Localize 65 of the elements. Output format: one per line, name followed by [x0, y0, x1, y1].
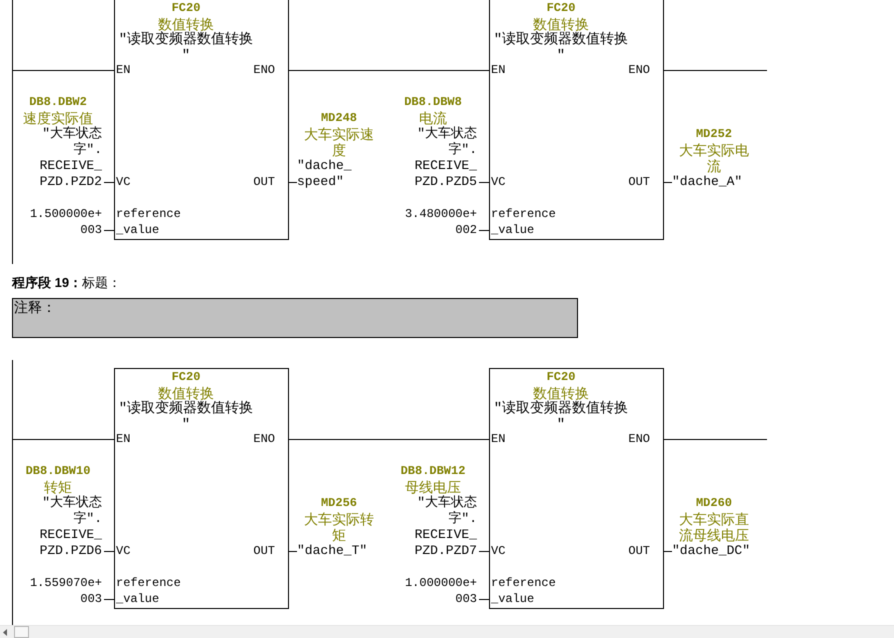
operand-symbol: "dache_DC" — [672, 543, 750, 559]
pin-label: EN — [116, 62, 130, 78]
pin-label: reference _value — [491, 575, 556, 607]
block-symbol: "读取变频器数值转换 " — [118, 401, 254, 433]
operand-symbol: "大车状态 字". RECEIVE_ PZD.PZD6 — [40, 495, 102, 559]
operand-symbol: "dache_A" — [672, 174, 742, 190]
scroll-left-icon[interactable] — [3, 629, 7, 636]
pin-label: VC — [116, 174, 130, 190]
operand-address: MD256 — [320, 495, 357, 511]
block-number: FC20 — [546, 369, 576, 385]
pin-label: OUT — [253, 543, 275, 559]
operand-address: DB8.DBW10 — [26, 463, 90, 479]
pin-label: OUT — [628, 174, 650, 190]
block-symbol: "读取变频器数值转换 " — [494, 401, 628, 433]
constant-value: 1.559070e+ 003 — [30, 575, 102, 607]
operand-symbol: "dache_T" — [297, 543, 368, 559]
operand-comment: 电流 — [419, 110, 447, 126]
block-comment: 数值转换 — [158, 385, 214, 401]
comment-field[interactable]: 注释： — [12, 298, 578, 338]
pin-label: ENO — [628, 431, 650, 447]
pin-label: VC — [491, 543, 506, 559]
pin-label: ENO — [253, 431, 275, 447]
pin-label: EN — [491, 431, 506, 447]
operand-comment: 大车实际直流母线电压 — [678, 511, 750, 543]
block-number: FC20 — [172, 0, 200, 16]
block-comment: 数值转换 — [533, 16, 589, 32]
pin-label: OUT — [628, 543, 650, 559]
operand-comment: 大车实际转矩 — [303, 511, 375, 543]
operand-comment: 速度实际值 — [23, 110, 93, 126]
block-number: FC20 — [172, 369, 200, 385]
scrollbar-thumb[interactable] — [14, 626, 29, 638]
block-number: FC20 — [546, 0, 576, 16]
operand-symbol: "dache_ speed" — [297, 158, 352, 190]
block-symbol: "读取变频器数值转换 " — [118, 32, 254, 64]
operand-address: MD248 — [320, 110, 357, 126]
operand-symbol: "大车状态 字". RECEIVE_ PZD.PZD7 — [414, 495, 477, 559]
operand-symbol: "大车状态 字". RECEIVE_ PZD.PZD5 — [414, 126, 477, 190]
operand-address: DB8.DBW2 — [29, 94, 87, 110]
network-title: 程序段 19：标题： — [12, 275, 122, 291]
operand-comment: 转矩 — [44, 479, 72, 495]
pin-label: VC — [491, 174, 506, 190]
constant-value: 3.480000e+ 002 — [404, 206, 477, 238]
pin-label: VC — [116, 543, 130, 559]
operand-symbol: "大车状态 字". RECEIVE_ PZD.PZD2 — [40, 126, 102, 190]
operand-address: DB8.DBW12 — [400, 463, 466, 479]
pin-label: ENO — [253, 62, 275, 78]
pin-label: EN — [491, 62, 506, 78]
pin-label: reference _value — [491, 206, 556, 238]
pin-label: reference _value — [116, 575, 181, 607]
operand-comment: 大车实际电流 — [678, 142, 750, 174]
pin-label: reference _value — [116, 206, 181, 238]
operand-comment: 大车实际速度 — [303, 126, 375, 158]
pin-label: OUT — [253, 174, 275, 190]
pin-label: ENO — [628, 62, 650, 78]
block-symbol: "读取变频器数值转换 " — [494, 32, 628, 64]
operand-address: DB8.DBW8 — [404, 94, 462, 110]
operand-comment: 母线电压 — [405, 479, 461, 495]
operand-address: MD260 — [696, 495, 732, 511]
constant-value: 1.500000e+ 003 — [30, 206, 102, 238]
block-comment: 数值转换 — [158, 16, 214, 32]
pin-label: EN — [116, 431, 130, 447]
block-comment: 数值转换 — [533, 385, 589, 401]
constant-value: 1.000000e+ 003 — [404, 575, 477, 607]
operand-address: MD252 — [696, 126, 732, 142]
horizontal-scrollbar[interactable] — [0, 625, 894, 638]
